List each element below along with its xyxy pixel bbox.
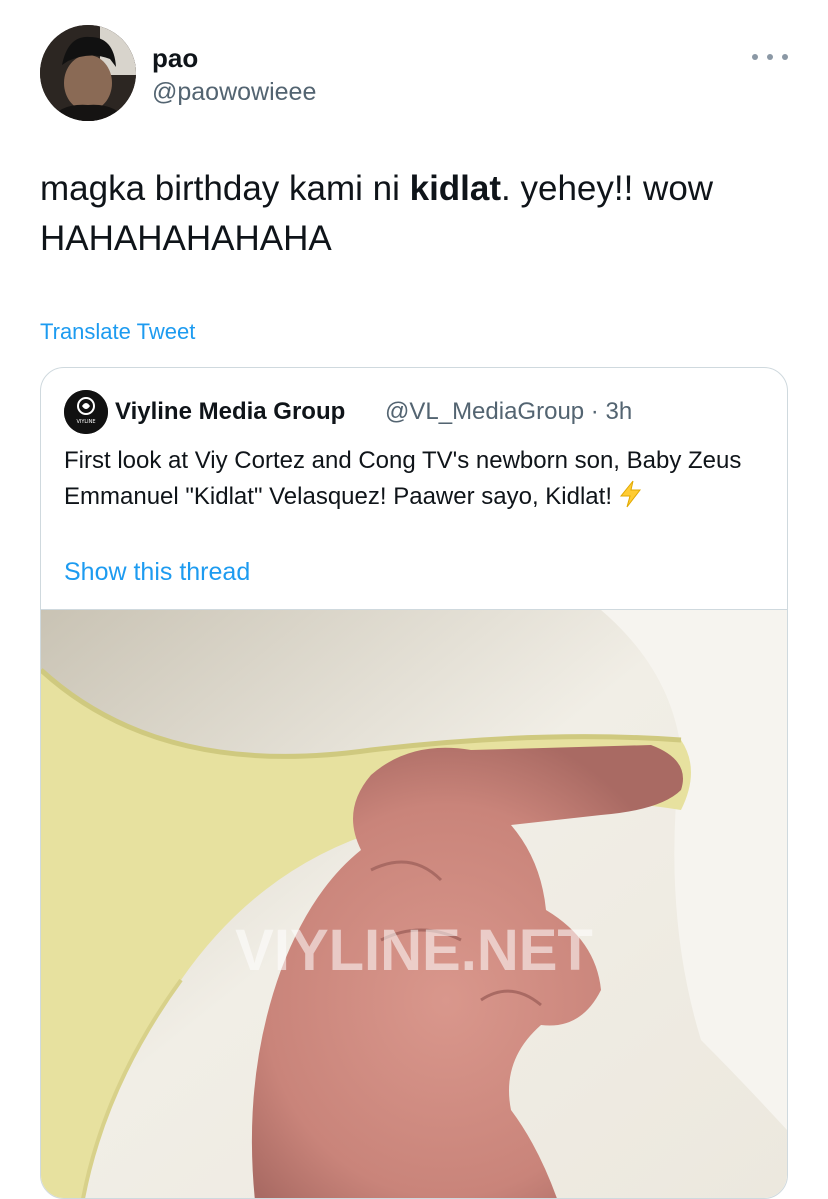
more-dots-icon xyxy=(752,54,758,60)
author-display-name[interactable]: pao xyxy=(152,44,198,72)
viyline-logo-icon: VIYLINE xyxy=(64,390,108,434)
logo-text: VIYLINE xyxy=(76,419,95,425)
quoted-display-name[interactable]: Viyline Media Group xyxy=(115,398,345,426)
more-options-button[interactable] xyxy=(752,45,788,69)
baby-hand-photo: VIYLINE.NET xyxy=(41,610,787,1198)
quoted-photo[interactable]: VIYLINE.NET xyxy=(41,609,787,1198)
tweet-text-bold: kidlat xyxy=(409,169,502,208)
lightning-bolt-icon xyxy=(619,480,642,508)
tweet-text-part: magka birthday kami ni xyxy=(40,169,410,208)
tweet-text: magka birthday kami ni kidlat. yehey!! w… xyxy=(40,164,800,264)
author-handle[interactable]: @paowowieee xyxy=(152,78,316,106)
author-avatar[interactable] xyxy=(40,25,136,121)
quoted-meta[interactable]: @VL_MediaGroup · 3h xyxy=(385,398,632,426)
avatar-photo xyxy=(40,25,136,121)
quoted-tweet[interactable]: VIYLINE Viyline Media Group @VL_MediaGro… xyxy=(40,367,788,1199)
quoted-avatar[interactable]: VIYLINE xyxy=(64,390,108,434)
photo-watermark: VIYLINE.NET xyxy=(235,918,593,983)
translate-tweet-link[interactable]: Translate Tweet xyxy=(40,317,195,347)
show-thread-link[interactable]: Show this thread xyxy=(64,555,250,589)
more-dot xyxy=(767,54,773,60)
quoted-body: First look at Viy Cortez and Cong TV's n… xyxy=(64,443,764,515)
more-dot xyxy=(782,54,788,60)
